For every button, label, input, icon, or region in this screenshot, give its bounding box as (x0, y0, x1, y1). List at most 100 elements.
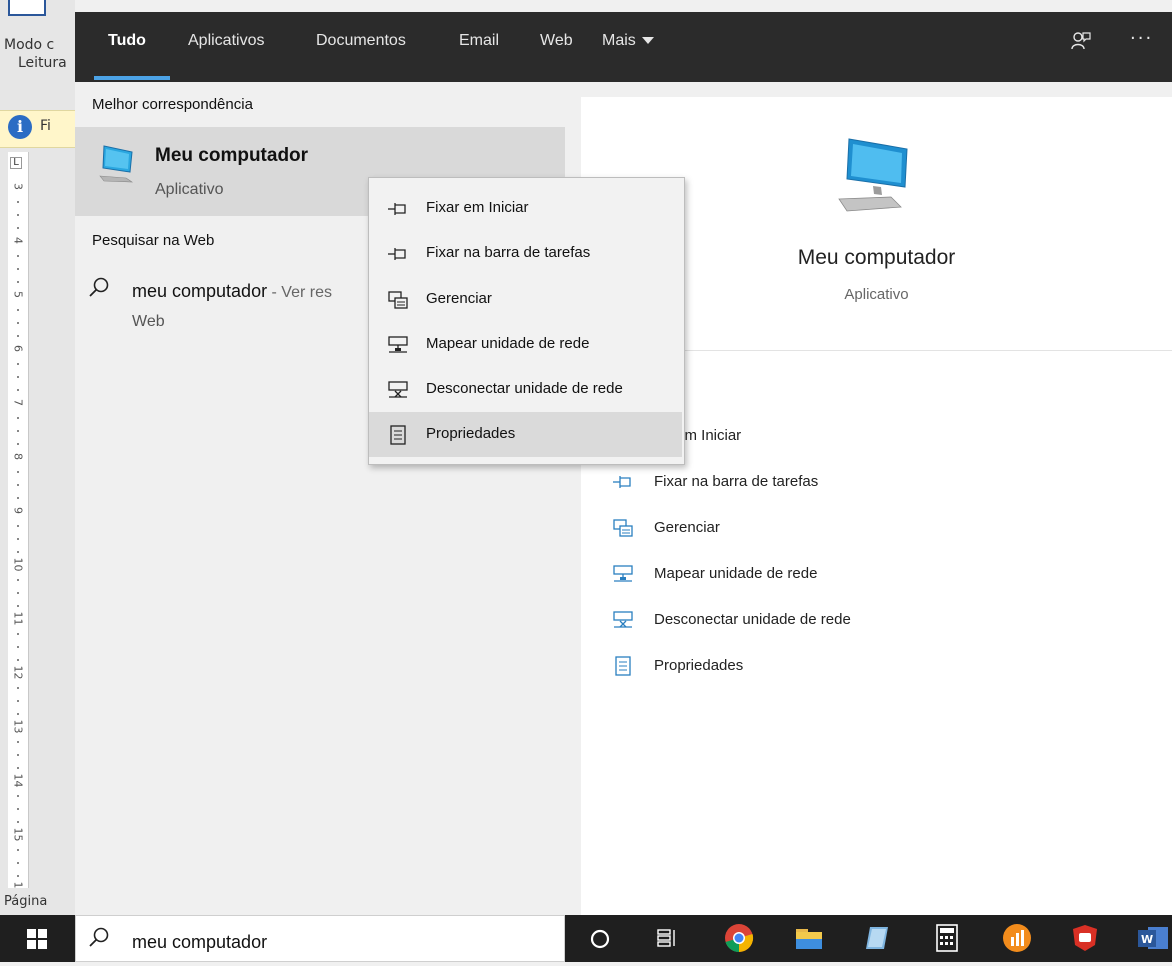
menu-item-map-drive[interactable]: Mapear unidade de rede (369, 322, 682, 367)
tab-tudo[interactable]: Tudo (108, 32, 146, 50)
svg-text:W: W (1141, 933, 1153, 946)
menu-item-disconnect-drive[interactable]: Desconectar unidade de rede (369, 367, 682, 412)
ruler-tick (17, 525, 19, 527)
ruler-tick (17, 538, 19, 540)
web-query-suffix: - Ver res (267, 284, 332, 301)
file-explorer-icon[interactable] (792, 921, 826, 955)
ruler-tick (17, 849, 19, 851)
ruler-tick (17, 592, 19, 594)
ruler-tick (17, 309, 19, 311)
tab-mais[interactable]: Mais (602, 32, 654, 50)
ruler-tick (17, 214, 19, 216)
tab-mais-label: Mais (602, 32, 636, 49)
info-icon: i (8, 115, 32, 139)
notes-icon[interactable] (860, 921, 894, 955)
ruler-tick (17, 201, 19, 203)
menu-item-label: Mapear unidade de rede (426, 335, 590, 352)
task-view-icon[interactable] (650, 921, 684, 955)
info-bar-text: Fi (40, 118, 51, 134)
tab-web[interactable]: Web (540, 32, 573, 50)
ruler-number: 7 (11, 399, 25, 406)
ruler-tick (17, 795, 19, 797)
properties-icon (612, 656, 634, 676)
menu-item-label: Fixar na barra de tarefas (426, 244, 591, 261)
ruler-tick (17, 687, 19, 689)
security-app-icon[interactable] (1068, 921, 1102, 955)
best-match-header: Melhor correspondência (92, 96, 253, 113)
ruler-number: 3 (11, 183, 25, 190)
ruler-tick (17, 389, 19, 391)
ruler-number: 11 (11, 611, 25, 626)
ruler-tick (17, 808, 19, 810)
menu-item-pin-taskbar[interactable]: Fixar na barra de tarefas (369, 231, 682, 276)
calculator-icon[interactable] (930, 921, 964, 955)
ruler-tick (17, 376, 19, 378)
properties-icon (387, 425, 409, 445)
vertical-ruler: 345678910111213141516 (8, 152, 29, 931)
map-network-drive-icon (387, 335, 409, 355)
more-ellipsis-icon[interactable]: ··· (1130, 28, 1153, 49)
feedback-person-icon[interactable] (1071, 31, 1091, 51)
computer-monitor-icon (835, 133, 915, 213)
disconnect-network-drive-icon (387, 380, 409, 400)
ruler-tick (17, 633, 19, 635)
tab-selector[interactable]: L (10, 157, 22, 169)
preview-action-label: Desconectar unidade de rede (654, 611, 851, 628)
tab-documentos[interactable]: Documentos (316, 32, 406, 50)
menu-item-label: Propriedades (426, 425, 516, 442)
menu-item-properties[interactable]: Propriedades (369, 412, 682, 457)
menu-item-label: Gerenciar (426, 290, 492, 307)
best-match-subtitle: Aplicativo (155, 181, 224, 198)
reading-mode-icon[interactable] (8, 0, 46, 16)
preview-action-label: Propriedades (654, 657, 744, 674)
search-input[interactable]: meu computador (132, 932, 267, 953)
ruler-number: 15 (11, 827, 25, 842)
ruler-tick (17, 646, 19, 648)
word-icon[interactable]: W (1136, 921, 1170, 955)
web-result-query: meu computador - Ver res (132, 281, 332, 302)
ruler-tick (17, 767, 19, 769)
best-match-title: Meu computador (155, 145, 309, 166)
active-tab-indicator (94, 76, 170, 80)
map-network-drive-icon (612, 564, 634, 584)
ruler-tick (17, 700, 19, 702)
ruler-number: 9 (11, 507, 25, 514)
chrome-icon[interactable] (722, 921, 756, 955)
manage-icon (387, 290, 409, 310)
menu-item-pin-start[interactable]: Fixar em Iniciar (369, 186, 682, 231)
cortana-icon[interactable] (583, 921, 617, 955)
ruler-tick (17, 281, 19, 283)
reading-mode-label-2[interactable]: Leitura (18, 54, 67, 72)
menu-item-label: Desconectar unidade de rede (426, 380, 623, 397)
ruler-tick (17, 335, 19, 337)
menu-item-manage[interactable]: Gerenciar (369, 277, 682, 322)
ruler-tick (17, 471, 19, 473)
tab-email[interactable]: Email (459, 32, 499, 50)
ruler-tick (17, 322, 19, 324)
ruler-number: 6 (11, 345, 25, 352)
pin-icon (612, 472, 634, 492)
ruler-tick (17, 579, 19, 581)
web-search-header: Pesquisar na Web (92, 232, 215, 249)
ruler-number: 5 (11, 291, 25, 298)
reading-mode-label-1[interactable]: Modo c (4, 36, 54, 54)
ruler-tick (17, 484, 19, 486)
tab-aplicativos[interactable]: Aplicativos (188, 32, 264, 50)
ruler-tick (17, 875, 19, 877)
ruler-number: 13 (11, 719, 25, 734)
preview-action-label: Fixar na barra de tarefas (654, 473, 819, 490)
ruler-tick (17, 430, 19, 432)
web-result-source: Web (132, 313, 165, 330)
pin-icon (387, 199, 409, 219)
search-icon (88, 926, 110, 948)
windows-start-icon[interactable] (0, 915, 75, 962)
ruler-tick (17, 741, 19, 743)
search-tabs-bar: Tudo Aplicativos Documentos Email Web Ma… (75, 12, 1172, 82)
ruler-tick (17, 605, 19, 607)
chart-app-icon[interactable] (1000, 921, 1034, 955)
ruler-number: 12 (11, 665, 25, 680)
ruler-tick (17, 713, 19, 715)
ruler-tick (17, 255, 19, 257)
preview-action-label: Mapear unidade de rede (654, 565, 818, 582)
menu-item-label: Fixar em Iniciar (426, 199, 529, 216)
